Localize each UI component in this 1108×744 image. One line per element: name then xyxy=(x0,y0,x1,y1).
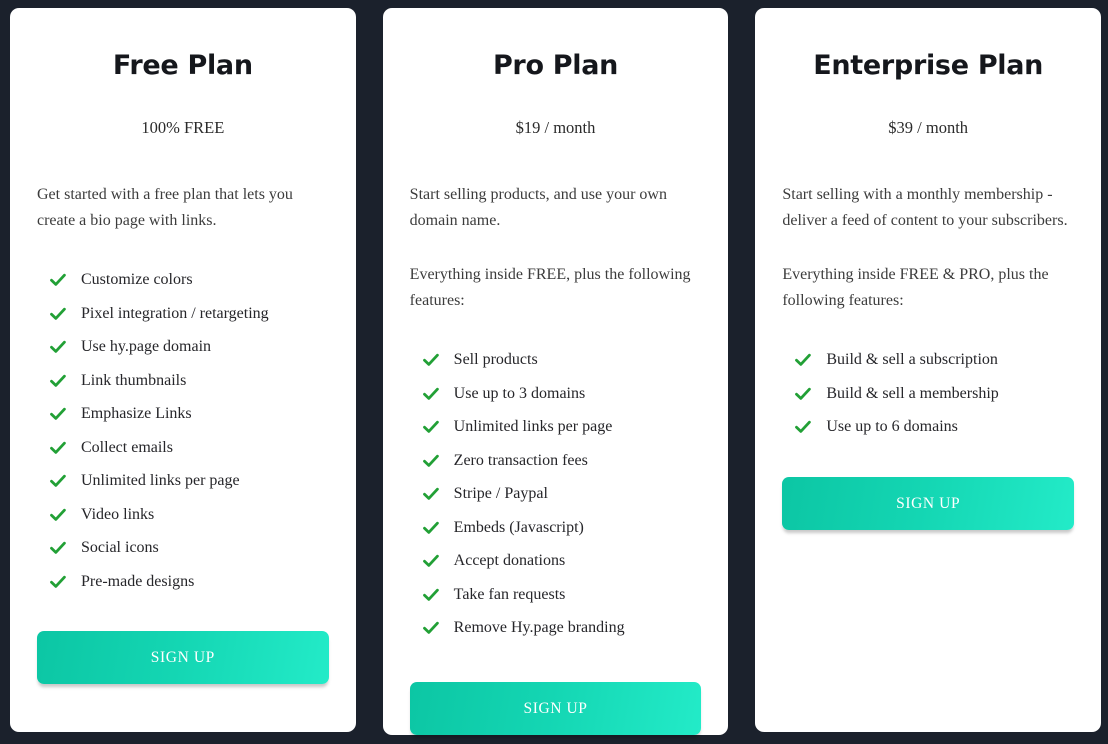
plan-card-pro: Pro Plan $19 / month Start selling produ… xyxy=(382,8,729,735)
feature-label: Collect emails xyxy=(81,438,173,456)
feature-label: Unlimited links per page xyxy=(81,472,240,490)
feature-label: Use up to 6 domains xyxy=(826,418,958,436)
feature-label: Accept donations xyxy=(453,552,566,570)
feature-label: Pixel integration / retargeting xyxy=(81,304,269,322)
plan-description-pro-0: Start selling products, and use your own… xyxy=(409,186,667,229)
check-icon xyxy=(49,372,67,390)
list-item: Unlimited links per page xyxy=(410,416,702,437)
check-icon xyxy=(422,619,440,637)
signup-button-wrapper-pro: SIGN UP xyxy=(409,681,702,735)
check-icon xyxy=(794,351,812,369)
list-item: Customize colors xyxy=(37,269,329,290)
list-item: Unlimited links per page xyxy=(37,470,329,491)
list-item: Social icons xyxy=(37,537,329,558)
list-item: Use up to 6 domains xyxy=(782,416,1074,437)
feature-list-enterprise: Build & sell a subscription Build & sell… xyxy=(782,349,1074,437)
list-item: Zero transaction fees xyxy=(410,450,702,471)
check-icon xyxy=(794,385,812,403)
feature-list-wrapper-free: Customize colors Pixel integration / ret… xyxy=(37,269,329,604)
list-item: Emphasize Links xyxy=(37,403,329,424)
list-item: Pixel integration / retargeting xyxy=(37,303,329,324)
plan-price-enterprise: $39 / month xyxy=(888,118,969,138)
check-icon xyxy=(422,418,440,436)
plan-description-enterprise-1: Everything inside FREE & PRO, plus the f… xyxy=(782,266,1049,309)
feature-label: Link thumbnails xyxy=(81,371,187,389)
signup-button-free[interactable]: SIGN UP xyxy=(37,631,329,685)
signup-button-wrapper-enterprise: SIGN UP xyxy=(782,476,1075,530)
list-item: Stripe / Paypal xyxy=(410,483,702,504)
check-icon xyxy=(49,305,67,323)
list-item: Use hy.page domain xyxy=(37,336,329,357)
feature-label: Emphasize Links xyxy=(81,405,192,423)
plan-title-pro: Pro Plan xyxy=(492,50,619,81)
check-icon xyxy=(49,439,67,457)
check-icon xyxy=(422,385,440,403)
check-icon xyxy=(49,405,67,423)
list-item: Build & sell a subscription xyxy=(782,349,1074,370)
signup-button-enterprise[interactable]: SIGN UP xyxy=(782,476,1075,530)
list-item: Build & sell a membership xyxy=(782,383,1074,404)
feature-label: Build & sell a membership xyxy=(826,384,999,402)
feature-label: Social icons xyxy=(81,539,159,557)
list-item: Sell products xyxy=(410,349,702,370)
list-item: Video links xyxy=(37,504,329,525)
plan-card-enterprise: Enterprise Plan $39 / month Start sellin… xyxy=(755,8,1102,732)
feature-label: Embeds (Javascript) xyxy=(453,518,584,536)
feature-label: Stripe / Paypal xyxy=(453,485,548,503)
list-item: Collect emails xyxy=(37,437,329,458)
feature-label: Customize colors xyxy=(81,271,193,289)
feature-list-wrapper-pro: Sell products Use up to 3 domains Unlimi… xyxy=(410,349,702,651)
plan-title-free: Free Plan xyxy=(112,50,253,81)
check-icon xyxy=(794,418,812,436)
feature-label: Unlimited links per page xyxy=(453,418,613,436)
list-item: Link thumbnails xyxy=(37,370,329,391)
plan-description-free-0: Get started with a free plan that lets y… xyxy=(37,186,293,229)
feature-label: Pre-made designs xyxy=(81,572,195,590)
check-icon xyxy=(49,338,67,356)
list-item: Pre-made designs xyxy=(37,571,329,592)
list-item: Accept donations xyxy=(410,550,702,571)
check-icon xyxy=(49,271,67,289)
check-icon xyxy=(422,519,440,537)
feature-list-free: Customize colors Pixel integration / ret… xyxy=(37,269,329,592)
plan-title-enterprise: Enterprise Plan xyxy=(813,50,1044,81)
feature-label: Take fan requests xyxy=(453,585,566,603)
list-item: Take fan requests xyxy=(410,584,702,605)
feature-label: Video links xyxy=(81,505,155,523)
plan-card-free: Free Plan 100% FREE Get started with a f… xyxy=(10,8,356,732)
check-icon xyxy=(49,506,67,524)
feature-list-wrapper-enterprise: Build & sell a subscription Build & sell… xyxy=(782,349,1074,450)
plan-description-pro-1: Everything inside FREE, plus the followi… xyxy=(409,266,691,309)
plan-price-pro: $19 / month xyxy=(515,118,596,138)
feature-label: Zero transaction fees xyxy=(453,451,588,469)
feature-label: Sell products xyxy=(453,351,538,369)
check-icon xyxy=(422,586,440,604)
signup-button-wrapper-free: SIGN UP xyxy=(37,631,329,685)
check-icon xyxy=(422,552,440,570)
check-icon xyxy=(49,539,67,557)
plan-price-free: 100% FREE xyxy=(141,118,225,138)
check-icon xyxy=(49,472,67,490)
check-icon xyxy=(422,485,440,503)
feature-label: Remove Hy.page branding xyxy=(453,619,625,637)
pricing-plans-grid: Free Plan 100% FREE Get started with a f… xyxy=(0,0,1108,735)
check-icon xyxy=(422,452,440,470)
list-item: Embeds (Javascript) xyxy=(410,517,702,538)
feature-list-pro: Sell products Use up to 3 domains Unlimi… xyxy=(410,349,702,638)
check-icon xyxy=(49,573,67,591)
feature-label: Use hy.page domain xyxy=(81,338,212,356)
plan-description-enterprise-0: Start selling with a monthly membership … xyxy=(782,186,1068,229)
signup-button-pro[interactable]: SIGN UP xyxy=(409,681,702,735)
list-item: Remove Hy.page branding xyxy=(410,617,702,638)
feature-label: Use up to 3 domains xyxy=(453,384,586,402)
list-item: Use up to 3 domains xyxy=(410,383,702,404)
check-icon xyxy=(422,351,440,369)
feature-label: Build & sell a subscription xyxy=(826,351,998,369)
